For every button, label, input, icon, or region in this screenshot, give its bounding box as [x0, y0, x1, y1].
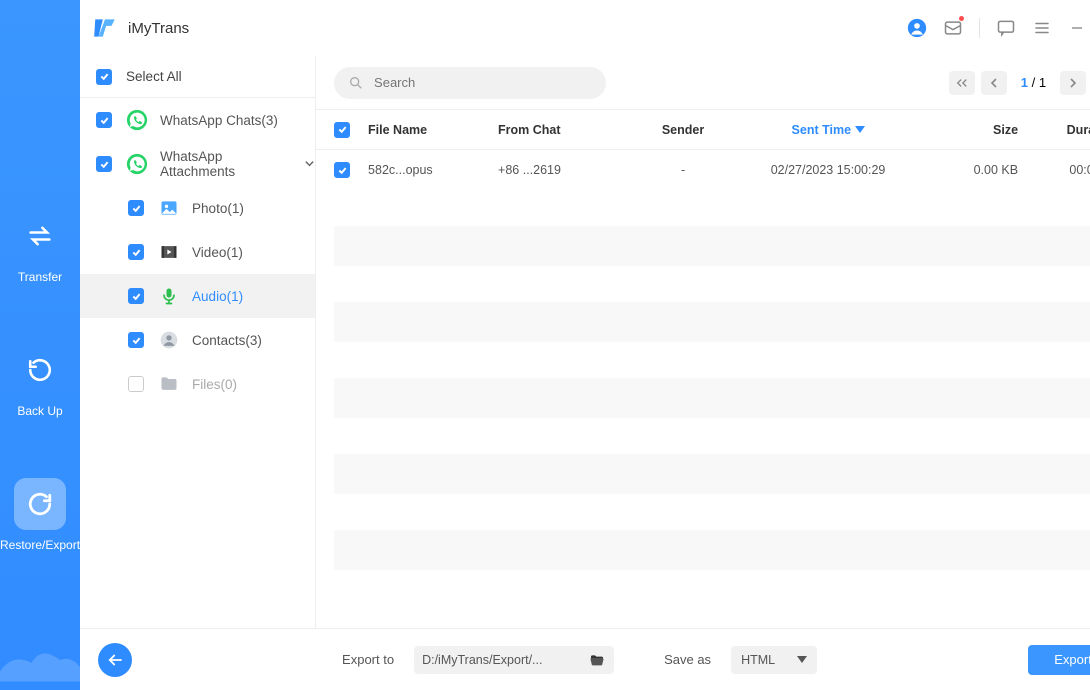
rail-backup-label: Back Up [17, 404, 62, 418]
whatsapp-icon [126, 109, 148, 131]
export-to-label: Export to [342, 652, 394, 667]
sidebar: Select All WhatsApp Chats(3) WhatsApp At… [80, 56, 316, 628]
file-table: File Name From Chat Sender Sent Time Siz… [316, 110, 1090, 628]
app-logo: iMyTrans [92, 15, 189, 41]
minimize-button[interactable] [1068, 19, 1086, 37]
left-rail: Transfer Back Up Restore/Export [0, 0, 80, 690]
save-as-label: Save as [664, 652, 711, 667]
sidebar-item-label: Video(1) [192, 245, 243, 260]
checkbox[interactable] [128, 200, 144, 216]
checkbox[interactable] [128, 332, 144, 348]
footer: Export to D:/iMyTrans/Export/... Save as… [80, 628, 1090, 690]
checkbox[interactable] [128, 288, 144, 304]
inbox-icon[interactable] [943, 18, 963, 38]
th-from-chat[interactable]: From Chat [498, 123, 628, 137]
microphone-icon [158, 285, 180, 307]
pager-next[interactable] [1060, 71, 1086, 95]
cell-file-name: 582c...opus [368, 163, 498, 177]
checkbox[interactable] [128, 244, 144, 260]
rail-transfer-label: Transfer [18, 270, 62, 284]
title-bar: iMyTrans [80, 0, 1090, 56]
th-duration[interactable]: Duration [1018, 123, 1090, 137]
menu-icon[interactable] [1032, 18, 1052, 38]
sidebar-item-chats[interactable]: WhatsApp Chats(3) [80, 98, 315, 142]
sidebar-item-label: Audio(1) [192, 289, 243, 304]
checkbox[interactable] [96, 156, 112, 172]
contact-icon [158, 329, 180, 351]
th-sent-time[interactable]: Sent Time [738, 123, 918, 137]
sort-desc-icon [855, 126, 865, 134]
rail-cloud-decoration [0, 630, 80, 690]
search-icon [348, 75, 364, 91]
sidebar-item-label: WhatsApp Attachments [160, 149, 298, 179]
checkbox[interactable] [96, 112, 112, 128]
select-all-label: Select All [126, 69, 182, 84]
sidebar-item-label: Files(0) [192, 377, 237, 392]
video-icon [158, 241, 180, 263]
th-sender[interactable]: Sender [628, 123, 738, 137]
app-name: iMyTrans [128, 20, 189, 37]
rail-backup[interactable]: Back Up [14, 344, 66, 418]
pager-page: 1 / 1 [1021, 75, 1046, 90]
content: 1 / 1 File Name From Chat [316, 56, 1090, 628]
cell-from-chat: +86 ...2619 [498, 163, 628, 177]
sidebar-item-audio[interactable]: Audio(1) [80, 274, 315, 318]
cell-sender: - [628, 163, 738, 177]
save-as-select[interactable]: HTML [731, 646, 817, 674]
folder-icon [158, 373, 180, 395]
sidebar-item-label: Photo(1) [192, 201, 244, 216]
pager: 1 / 1 [949, 71, 1090, 95]
toolbar: 1 / 1 [316, 56, 1090, 110]
export-path: D:/iMyTrans/Export/... [422, 653, 580, 667]
sidebar-item-label: Contacts(3) [192, 333, 262, 348]
transfer-icon [14, 210, 66, 262]
cell-duration: 00:00:02 [1018, 163, 1090, 177]
sidebar-item-contacts[interactable]: Contacts(3) [80, 318, 315, 362]
sidebar-item-video[interactable]: Video(1) [80, 230, 315, 274]
search-input[interactable] [374, 75, 592, 90]
search-box[interactable] [334, 67, 606, 99]
pager-first[interactable] [949, 71, 975, 95]
rail-restore[interactable]: Restore/Export [0, 478, 80, 552]
pager-current: 1 [1021, 75, 1028, 90]
chevron-down-icon [797, 656, 807, 664]
rail-restore-label: Restore/Export [0, 538, 80, 552]
chevron-down-icon [304, 157, 315, 172]
select-all-rows-checkbox[interactable] [334, 122, 350, 138]
table-header: File Name From Chat Sender Sent Time Siz… [316, 110, 1090, 150]
th-size[interactable]: Size [918, 123, 1018, 137]
save-as-value: HTML [741, 653, 775, 667]
account-icon[interactable] [907, 18, 927, 38]
select-all-checkbox[interactable] [96, 69, 112, 85]
export-button[interactable]: Export [1028, 645, 1090, 675]
table-row[interactable]: 582c...opus +86 ...2619 - 02/27/2023 15:… [316, 150, 1090, 190]
rail-transfer[interactable]: Transfer [14, 210, 66, 284]
pager-total: 1 [1039, 75, 1046, 90]
checkbox[interactable] [128, 376, 144, 392]
restore-icon [14, 478, 66, 530]
logo-icon [92, 15, 118, 41]
cell-sent-time: 02/27/2023 15:00:29 [738, 163, 918, 177]
sidebar-item-files[interactable]: Files(0) [80, 362, 315, 406]
backup-icon [14, 344, 66, 396]
folder-open-icon[interactable] [588, 652, 606, 668]
whatsapp-icon [126, 153, 148, 175]
row-checkbox[interactable] [334, 162, 350, 178]
back-button[interactable] [98, 643, 132, 677]
th-file-name[interactable]: File Name [368, 123, 498, 137]
sidebar-item-photo[interactable]: Photo(1) [80, 186, 315, 230]
pager-prev[interactable] [981, 71, 1007, 95]
sidebar-item-label: WhatsApp Chats(3) [160, 113, 278, 128]
export-path-box[interactable]: D:/iMyTrans/Export/... [414, 646, 614, 674]
photo-icon [158, 197, 180, 219]
empty-rows [316, 226, 1090, 570]
select-all-row[interactable]: Select All [80, 56, 315, 98]
cell-size: 0.00 KB [918, 163, 1018, 177]
title-divider [979, 18, 980, 38]
sidebar-item-attachments[interactable]: WhatsApp Attachments [80, 142, 315, 186]
feedback-icon[interactable] [996, 18, 1016, 38]
